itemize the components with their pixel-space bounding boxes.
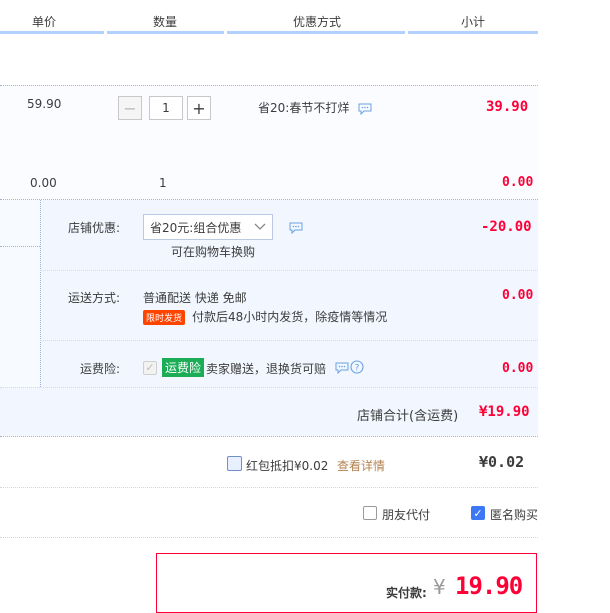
shop-discount-amount: -20.00 (481, 219, 532, 235)
shipping-value: 普通配送 快递 免邮 (143, 291, 247, 305)
item2-unit-price: 0.00 (30, 176, 57, 190)
payment-amount: 19.90 (455, 572, 523, 600)
header-discount-method: 优惠方式 (293, 15, 342, 29)
shipping-amount: 0.00 (502, 288, 534, 303)
item1-unit-price: 59.90 (27, 97, 62, 111)
header-quantity: 数量 (153, 15, 178, 29)
shipping-tag: 限时发货 (143, 310, 186, 325)
redpacket-label: 红包抵扣¥0.02 (246, 459, 329, 473)
divider (0, 537, 538, 538)
payment-currency: ¥ (433, 575, 446, 599)
redpacket-amount: ¥0.02 (479, 453, 525, 471)
shop-total-amount: ¥19.90 (479, 404, 530, 420)
item1-subtotal: 39.90 (486, 99, 529, 115)
header-underline (0, 31, 104, 34)
quantity-input[interactable]: 1 (149, 96, 183, 120)
anonymous-label: 匿名购买 (490, 508, 539, 522)
insurance-checkbox: ✓ (143, 361, 157, 375)
quantity-decrease-button[interactable]: − (118, 96, 142, 120)
shop-total-label: 店铺合计(含运费) (357, 409, 459, 424)
divider (0, 246, 40, 247)
chevron-down-icon (254, 223, 266, 230)
shop-discount-sub: 可在购物车换购 (171, 245, 256, 259)
item2-subtotal: 0.00 (502, 175, 534, 190)
divider (0, 487, 538, 488)
anonymous-checkbox[interactable]: ✓ (471, 506, 485, 520)
shipping-note: 付款后48小时内发货，除疫情等情况 (192, 310, 388, 324)
header-underline (408, 31, 538, 34)
friend-pay-checkbox[interactable] (363, 506, 377, 520)
redpacket-details-link[interactable]: 查看详情 (337, 457, 385, 474)
help-icon[interactable]: ? (350, 360, 364, 374)
shop-discount-select[interactable]: 省20元:组合优惠 (143, 214, 273, 240)
quantity-increase-button[interactable]: + (187, 96, 211, 120)
svg-text:?: ? (355, 364, 360, 374)
chat-icon[interactable] (358, 103, 372, 115)
insurance-tag: 运费险 (162, 358, 205, 377)
chat-icon[interactable] (335, 362, 349, 374)
payment-label: 实付款: (386, 586, 427, 600)
header-subtotal: 小计 (461, 15, 486, 29)
divider (40, 340, 538, 341)
divider (0, 387, 538, 388)
divider (40, 200, 41, 387)
divider (40, 270, 538, 271)
shop-discount-select-value: 省20元:组合优惠 (150, 220, 242, 235)
insurance-label: 运费险: (80, 362, 121, 376)
item2-quantity: 1 (159, 176, 167, 190)
header-underline (227, 31, 405, 34)
shop-left-panel (0, 200, 40, 387)
item1-discount: 省20:春节不打烊 (258, 101, 350, 115)
redpacket-checkbox[interactable] (227, 456, 242, 471)
chat-icon[interactable] (289, 222, 303, 234)
header-underline (107, 31, 224, 34)
insurance-amount: 0.00 (502, 361, 534, 376)
friend-pay-label: 朋友代付 (382, 508, 431, 522)
divider (0, 436, 538, 437)
shop-discount-label: 店铺优惠: (68, 221, 121, 235)
insurance-note: 卖家赠送，退换货可赔 (206, 362, 327, 376)
shipping-label: 运送方式: (68, 291, 121, 305)
header-unit-price: 单价 (32, 15, 57, 29)
